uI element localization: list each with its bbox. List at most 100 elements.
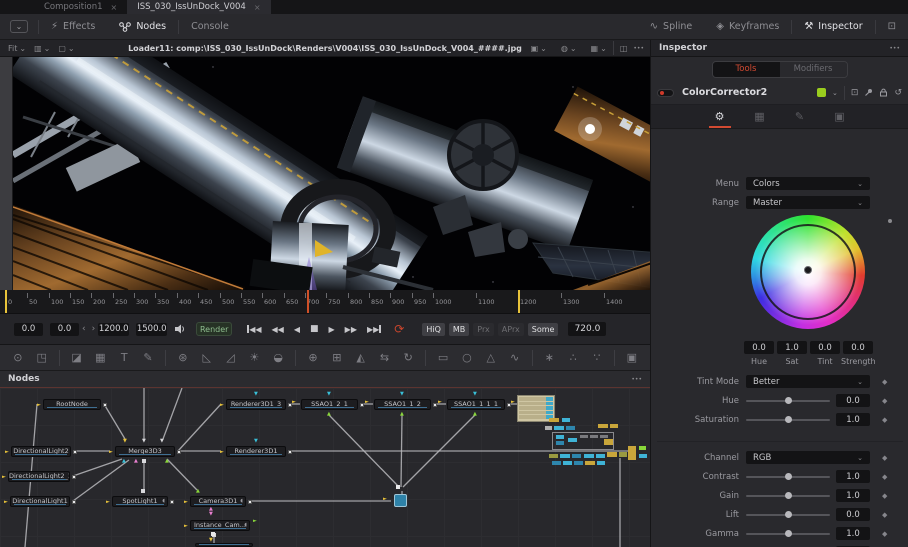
node-input-port[interactable]: ► bbox=[220, 402, 224, 408]
distant-node[interactable] bbox=[585, 461, 595, 465]
render-button[interactable]: Render bbox=[196, 322, 232, 336]
versions-icon[interactable]: ⊡ bbox=[851, 88, 859, 98]
fast-reverse-button[interactable]: ◀◀ bbox=[272, 325, 284, 334]
distant-node[interactable] bbox=[545, 426, 552, 430]
node-output-port[interactable] bbox=[177, 450, 181, 454]
node-port-marker[interactable]: ▲ bbox=[327, 412, 331, 417]
node-merge3d3[interactable]: Merge3D3► bbox=[115, 446, 175, 457]
ranges-tab-icon[interactable]: ▦ bbox=[749, 110, 771, 123]
node-output-port[interactable] bbox=[72, 475, 76, 479]
some-button[interactable]: Some bbox=[528, 323, 559, 336]
keyframe-diamond[interactable]: ◆ bbox=[882, 454, 887, 462]
distant-node[interactable] bbox=[597, 461, 605, 465]
node-input-port[interactable]: ► bbox=[109, 449, 113, 455]
node-port-marker[interactable] bbox=[142, 459, 146, 463]
distant-node[interactable] bbox=[549, 418, 559, 422]
sat-value-field[interactable]: 1.0 bbox=[777, 341, 807, 354]
distant-node[interactable] bbox=[566, 426, 575, 430]
prx-button[interactable]: Prx bbox=[473, 323, 494, 336]
slider-thumb[interactable] bbox=[785, 530, 792, 537]
playhead[interactable] bbox=[307, 290, 309, 314]
slider-thumb[interactable] bbox=[785, 511, 792, 518]
distant-node[interactable] bbox=[598, 424, 608, 428]
node-port-marker[interactable]: ▲ bbox=[400, 412, 404, 417]
loop-button[interactable]: ⟳ bbox=[394, 322, 404, 336]
node-port-marker[interactable] bbox=[211, 532, 215, 536]
background-tool-icon[interactable]: ▦ bbox=[92, 350, 108, 366]
aprx-button[interactable]: APrx bbox=[498, 323, 524, 336]
node-port-marker[interactable]: ► bbox=[365, 400, 369, 405]
prender-tool-icon[interactable]: ∵ bbox=[589, 350, 605, 366]
selected-node[interactable] bbox=[394, 494, 407, 507]
distant-node[interactable] bbox=[563, 461, 572, 465]
node-port-marker[interactable] bbox=[141, 489, 145, 493]
shape3d-tool-icon[interactable]: ▣ bbox=[624, 350, 640, 366]
distant-node[interactable] bbox=[590, 435, 598, 438]
node-output-port[interactable] bbox=[360, 403, 364, 407]
range-start-marker[interactable] bbox=[5, 290, 7, 314]
lift-slider[interactable] bbox=[746, 514, 830, 516]
tint-value-field[interactable]: 0.0 bbox=[810, 341, 840, 354]
distant-node[interactable] bbox=[552, 461, 561, 465]
node-input-port[interactable]: ► bbox=[2, 474, 6, 480]
ui-layout-button[interactable]: ⊡ bbox=[876, 14, 908, 39]
pmerge-tool-icon[interactable]: ∴ bbox=[565, 350, 581, 366]
node-input-port[interactable]: ► bbox=[37, 402, 41, 408]
collapse-toolbar-button[interactable]: ⌄ bbox=[10, 20, 28, 33]
colorcurves-tool-icon[interactable]: ◺ bbox=[199, 350, 215, 366]
tint-mode-dropdown[interactable]: Better⌄ bbox=[746, 375, 870, 388]
node-port-marker[interactable]: ► bbox=[438, 400, 442, 405]
node-input-port[interactable]: ► bbox=[4, 499, 8, 505]
node-directionallight1[interactable]: DirectionalLight1► bbox=[10, 496, 70, 507]
menu-dropdown[interactable]: Colors⌄ bbox=[746, 177, 870, 190]
ellipse-mask-tool-icon[interactable]: ○ bbox=[459, 350, 475, 366]
node-directionallight2[interactable]: DirectionalLight2► bbox=[11, 446, 71, 457]
node-port-marker[interactable]: ▼ bbox=[142, 439, 146, 444]
strength-value-field[interactable]: 0.0 bbox=[843, 341, 873, 354]
stop-button[interactable]: ■ bbox=[310, 324, 319, 334]
keyframe-diamond[interactable]: ◆ bbox=[882, 416, 887, 424]
viewer-menu-dots[interactable]: ••• bbox=[633, 45, 644, 52]
goto-end-button[interactable]: ▶▶ bbox=[367, 325, 381, 334]
node-port-marker[interactable]: ▼ bbox=[400, 392, 404, 397]
node-output-port[interactable] bbox=[288, 450, 292, 454]
nodes-button[interactable]: Nodes bbox=[107, 14, 178, 39]
keyframe-dot[interactable] bbox=[888, 219, 892, 223]
global-end-field[interactable]: 1500.0 bbox=[136, 323, 167, 336]
distant-node[interactable] bbox=[619, 452, 627, 457]
distant-node[interactable] bbox=[580, 435, 588, 438]
options-tab-icon[interactable]: ✎ bbox=[789, 110, 811, 123]
range-dropdown[interactable]: Master⌄ bbox=[746, 196, 870, 209]
node-output-port[interactable] bbox=[72, 500, 76, 504]
distant-node[interactable] bbox=[556, 435, 564, 439]
distant-node[interactable] bbox=[596, 454, 605, 458]
distant-node[interactable] bbox=[610, 424, 618, 428]
distant-node[interactable] bbox=[562, 418, 570, 422]
fit-dropdown[interactable]: Fit ⌄ bbox=[8, 44, 26, 53]
node-rootnode[interactable]: RootNode► bbox=[43, 399, 101, 410]
mb-button[interactable]: MB bbox=[449, 323, 469, 336]
hue-value-field[interactable]: 0.0 bbox=[836, 394, 870, 407]
distant-node[interactable] bbox=[584, 454, 594, 458]
hue-slider[interactable] bbox=[746, 400, 830, 402]
loader-tool-icon[interactable]: ◪ bbox=[69, 350, 85, 366]
node-port-marker[interactable]: ▲ bbox=[165, 459, 169, 464]
node-port-marker[interactable]: ▼ bbox=[473, 392, 477, 397]
fast-forward-button[interactable]: ▶▶ bbox=[345, 325, 357, 334]
reset-node-icon[interactable]: ↺ bbox=[894, 88, 902, 98]
gain-value-field[interactable]: 1.0 bbox=[836, 489, 870, 502]
node-port-marker[interactable]: ▼ bbox=[254, 392, 258, 397]
gamma-slider[interactable] bbox=[746, 533, 830, 535]
keyframe-diamond[interactable]: ◆ bbox=[882, 492, 887, 500]
node-ssao1-1-2[interactable]: SSAO1_1_2 bbox=[374, 399, 431, 410]
node-output-port[interactable] bbox=[170, 500, 174, 504]
chevron-down-icon[interactable]: ⌄ bbox=[832, 89, 838, 97]
effects-button[interactable]: ⚡ Effects bbox=[39, 14, 107, 39]
pin-icon[interactable] bbox=[864, 88, 873, 97]
partial-node[interactable] bbox=[195, 543, 253, 547]
viewer-panel[interactable] bbox=[0, 57, 650, 290]
nodes-menu-dots[interactable]: ••• bbox=[631, 376, 642, 383]
console-button[interactable]: Console bbox=[179, 14, 241, 39]
text-tool-icon[interactable]: T bbox=[116, 350, 132, 366]
inspector-button[interactable]: ⚒ Inspector bbox=[792, 14, 874, 39]
